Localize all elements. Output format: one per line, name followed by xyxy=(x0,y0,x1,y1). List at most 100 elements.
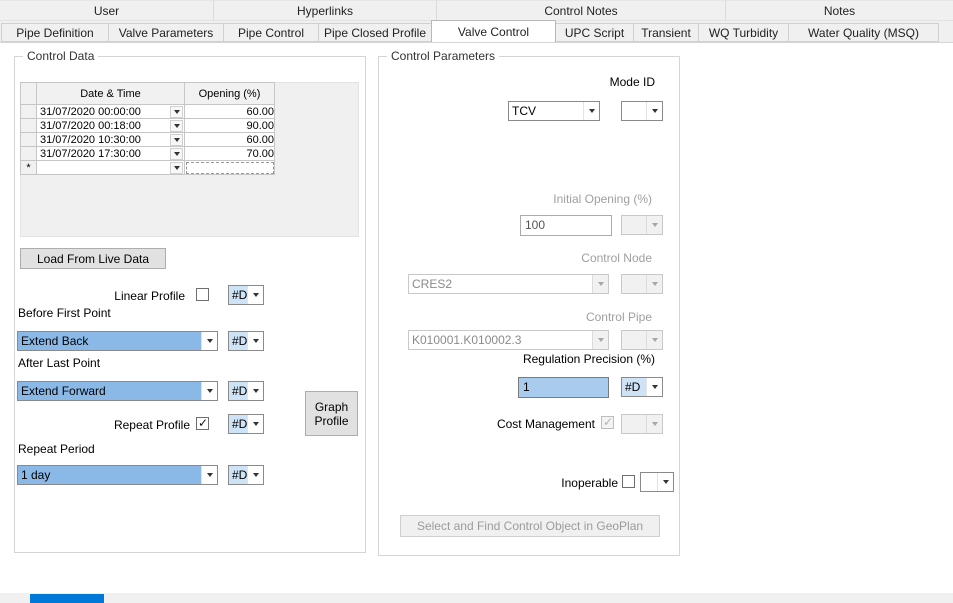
chevron-down-icon[interactable] xyxy=(247,332,263,350)
tab-valve-parameters[interactable]: Valve Parameters xyxy=(108,23,224,42)
chevron-down-icon xyxy=(646,216,662,234)
combo-value: TCV xyxy=(509,102,583,120)
datetime-value: 31/07/2020 00:18:00 xyxy=(37,120,170,132)
after-last-point-select[interactable]: Extend Forward xyxy=(17,381,218,401)
repeat-period-flag-select[interactable]: #D xyxy=(228,465,264,485)
before-first-point-select[interactable]: Extend Back xyxy=(17,331,218,351)
chevron-down-icon[interactable] xyxy=(247,382,263,400)
graph-profile-button[interactable]: Graph Profile xyxy=(305,391,358,436)
before-first-point-flag-select[interactable]: #D xyxy=(228,331,264,351)
load-from-live-data-button[interactable]: Load From Live Data xyxy=(20,248,166,269)
after-last-point-flag-select[interactable]: #D xyxy=(228,381,264,401)
datetime-cell[interactable]: 31/07/2020 10:30:00 xyxy=(37,133,185,147)
tab-pipe-control[interactable]: Pipe Control xyxy=(223,23,319,42)
chevron-down-icon[interactable] xyxy=(247,466,263,484)
tab-notes[interactable]: Notes xyxy=(726,0,953,20)
cost-management-checkbox xyxy=(601,416,614,429)
chevron-down-icon[interactable] xyxy=(170,162,183,174)
chevron-down-icon[interactable] xyxy=(170,120,183,132)
column-header-datetime[interactable]: Date & Time xyxy=(37,83,185,105)
opening-cell[interactable]: 90.00 xyxy=(185,119,275,133)
row-selector[interactable] xyxy=(21,105,37,119)
mode-id-select[interactable]: TCV xyxy=(508,101,600,121)
cost-management-flag-select xyxy=(621,414,663,434)
inoperable-checkbox[interactable] xyxy=(622,475,635,488)
chevron-down-icon[interactable] xyxy=(201,332,217,350)
combo-value: 1 day xyxy=(18,466,201,484)
opening-cell[interactable]: 60.00 xyxy=(185,105,275,119)
row-selector[interactable] xyxy=(21,147,37,161)
chevron-down-icon[interactable] xyxy=(170,106,183,118)
tab-wq-turbidity[interactable]: WQ Turbidity xyxy=(698,23,789,42)
control-node-select: CRES2 xyxy=(408,274,609,294)
chevron-down-icon[interactable] xyxy=(170,134,183,146)
datetime-cell[interactable]: 31/07/2020 00:00:00 xyxy=(37,105,185,119)
chevron-down-icon xyxy=(646,415,662,433)
new-row-marker-icon[interactable]: * xyxy=(21,161,37,175)
datetime-cell[interactable]: 31/07/2020 17:30:00 xyxy=(37,147,185,161)
tab-user[interactable]: User xyxy=(0,0,214,20)
linear-profile-flag-select[interactable]: #D xyxy=(228,285,264,305)
tab-pipe-closed-profile[interactable]: Pipe Closed Profile xyxy=(318,23,432,42)
tab-water-quality-msq[interactable]: Water Quality (MSQ) xyxy=(788,23,939,42)
datetime-cell[interactable]: 31/07/2020 00:18:00 xyxy=(37,119,185,133)
repeat-profile-flag-select[interactable]: #D xyxy=(228,414,264,434)
initial-opening-field[interactable]: 100 xyxy=(520,215,612,236)
inner-tab-bar: Pipe Definition Valve Parameters Pipe Co… xyxy=(0,21,953,42)
datetime-cell-empty[interactable] xyxy=(37,161,185,175)
before-first-point-label: Before First Point xyxy=(18,306,111,320)
initial-opening-flag-select xyxy=(621,215,663,235)
opening-cell-empty[interactable] xyxy=(185,161,275,175)
select-find-control-object-geoplan-button: Select and Find Control Object in GeoPla… xyxy=(400,515,660,537)
row-selector[interactable] xyxy=(21,133,37,147)
repeat-profile-checkbox[interactable] xyxy=(196,417,209,430)
chevron-down-icon[interactable] xyxy=(170,148,183,160)
combo-value: K010001.K010002.3 xyxy=(409,331,592,349)
chevron-down-icon[interactable] xyxy=(201,382,217,400)
opening-cell[interactable]: 70.00 xyxy=(185,147,275,161)
tab-transient[interactable]: Transient xyxy=(633,23,699,42)
regulation-precision-flag-select[interactable]: #D xyxy=(621,377,663,397)
regulation-precision-field[interactable]: 1 xyxy=(518,377,609,398)
chevron-down-icon[interactable] xyxy=(583,102,599,120)
inoperable-label: Inoperable xyxy=(490,476,618,490)
opening-cell[interactable]: 60.00 xyxy=(185,133,275,147)
flag-value: #D xyxy=(229,415,247,433)
control-data-table: Date & Time Opening (%) 31/07/2020 00:00… xyxy=(20,82,275,175)
flag-value: #D xyxy=(229,332,247,350)
chevron-down-icon[interactable] xyxy=(646,378,662,396)
initial-opening-label: Initial Opening (%) xyxy=(470,192,652,206)
inoperable-flag-select[interactable] xyxy=(640,472,674,492)
cost-management-label: Cost Management xyxy=(440,417,595,431)
linear-profile-checkbox[interactable] xyxy=(196,288,209,301)
control-parameters-group-title: Control Parameters xyxy=(387,49,499,63)
table-row: 31/07/2020 00:00:00 60.00 xyxy=(21,105,275,119)
tab-valve-control[interactable]: Valve Control xyxy=(431,20,556,42)
mode-id-flag-select[interactable] xyxy=(621,101,663,121)
chevron-down-icon[interactable] xyxy=(247,415,263,433)
chevron-down-icon[interactable] xyxy=(201,466,217,484)
repeat-period-select[interactable]: 1 day xyxy=(17,465,218,485)
row-selector[interactable] xyxy=(21,119,37,133)
control-pipe-select: K010001.K010002.3 xyxy=(408,330,609,350)
tab-control-notes[interactable]: Control Notes xyxy=(437,0,726,20)
chevron-down-icon[interactable] xyxy=(247,286,263,304)
tab-hyperlinks[interactable]: Hyperlinks xyxy=(214,0,437,20)
control-node-flag-select xyxy=(621,274,663,294)
table-row: 31/07/2020 10:30:00 60.00 xyxy=(21,133,275,147)
chevron-down-icon[interactable] xyxy=(646,102,662,120)
repeat-profile-label: Repeat Profile xyxy=(100,418,190,432)
regulation-precision-label: Regulation Precision (%) xyxy=(470,352,655,366)
tab-pipe-definition[interactable]: Pipe Definition xyxy=(1,23,109,42)
outer-tab-bar: User Hyperlinks Control Notes Notes xyxy=(0,0,953,21)
flag-value: #D xyxy=(229,286,247,304)
tab-upc-script[interactable]: UPC Script xyxy=(555,23,634,42)
combo-value xyxy=(622,275,646,293)
column-header-opening[interactable]: Opening (%) xyxy=(185,83,275,105)
datetime-value: 31/07/2020 17:30:00 xyxy=(37,148,170,160)
chevron-down-icon xyxy=(592,275,608,293)
combo-value xyxy=(622,415,646,433)
repeat-period-label: Repeat Period xyxy=(18,442,95,456)
mode-id-label: Mode ID xyxy=(520,75,655,89)
chevron-down-icon[interactable] xyxy=(657,473,673,491)
